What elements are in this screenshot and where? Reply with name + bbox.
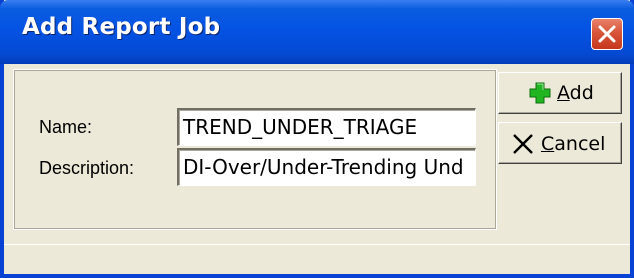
green-plus-icon bbox=[529, 82, 551, 104]
add-button[interactable]: Add bbox=[498, 72, 622, 114]
close-button[interactable] bbox=[591, 18, 623, 50]
description-label: Description: bbox=[39, 158, 135, 178]
title-bar[interactable]: Add Report Job bbox=[0, 0, 634, 64]
add-report-job-dialog: Add Report Job Name: TREND_UNDER_TRIAGE … bbox=[0, 0, 634, 278]
name-label: Name: bbox=[39, 117, 93, 137]
name-field[interactable]: TREND_UNDER_TRIAGE bbox=[177, 108, 476, 146]
x-icon bbox=[513, 134, 533, 154]
cancel-button-label: Cancel bbox=[541, 133, 606, 155]
cancel-button[interactable]: Cancel bbox=[498, 122, 622, 164]
add-button-label: Add bbox=[557, 82, 594, 104]
close-icon bbox=[598, 25, 616, 43]
window-title: Add Report Job bbox=[22, 14, 221, 40]
form-panel: Name: TREND_UNDER_TRIAGE Description: DI… bbox=[13, 69, 497, 230]
description-field[interactable]: DI-Over/Under-Trending Und bbox=[177, 148, 476, 186]
divider bbox=[4, 244, 630, 245]
